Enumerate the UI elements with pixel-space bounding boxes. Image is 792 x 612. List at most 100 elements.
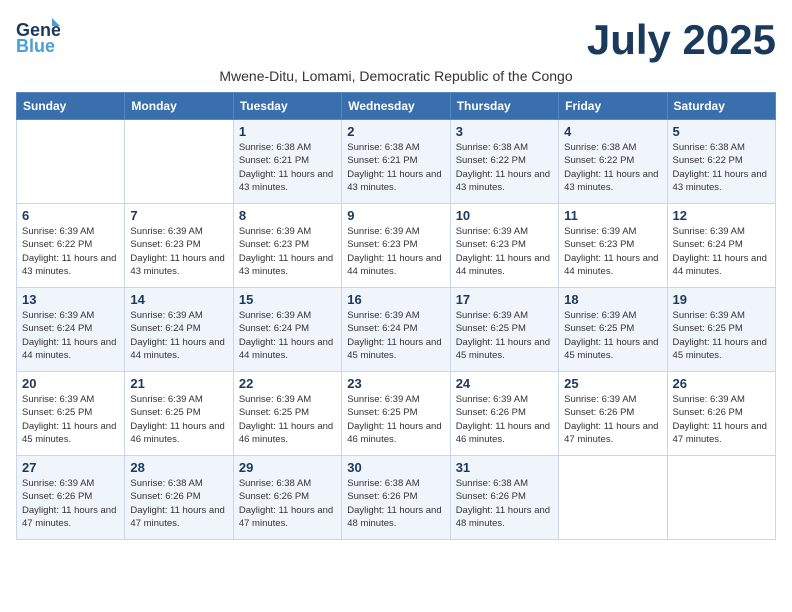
calendar-header: SundayMondayTuesdayWednesdayThursdayFrid… (17, 93, 776, 120)
day-info: Sunrise: 6:38 AM Sunset: 6:26 PM Dayligh… (130, 477, 227, 530)
day-info: Sunrise: 6:39 AM Sunset: 6:24 PM Dayligh… (22, 309, 119, 362)
day-number: 11 (564, 208, 661, 223)
day-number: 25 (564, 376, 661, 391)
day-number: 22 (239, 376, 336, 391)
day-number: 3 (456, 124, 553, 139)
day-number: 13 (22, 292, 119, 307)
page-header: General Blue July 2025 (16, 16, 776, 64)
day-info: Sunrise: 6:39 AM Sunset: 6:24 PM Dayligh… (239, 309, 336, 362)
day-number: 9 (347, 208, 444, 223)
calendar-cell: 3 Sunrise: 6:38 AM Sunset: 6:22 PM Daylig… (450, 120, 558, 204)
day-number: 23 (347, 376, 444, 391)
calendar-cell: 21Sunrise: 6:39 AM Sunset: 6:25 PM Dayli… (125, 372, 233, 456)
calendar-cell: 5 Sunrise: 6:38 AM Sunset: 6:22 PM Daylig… (667, 120, 775, 204)
header-cell-saturday: Saturday (667, 93, 775, 120)
day-info: Sunrise: 6:38 AM Sunset: 6:26 PM Dayligh… (456, 477, 553, 530)
day-info: Sunrise: 6:39 AM Sunset: 6:26 PM Dayligh… (22, 477, 119, 530)
calendar-cell: 8 Sunrise: 6:39 AM Sunset: 6:23 PM Daylig… (233, 204, 341, 288)
calendar-cell: 28 Sunrise: 6:38 AM Sunset: 6:26 PM Dayli… (125, 456, 233, 540)
calendar-cell: 6 Sunrise: 6:39 AM Sunset: 6:22 PM Daylig… (17, 204, 125, 288)
calendar-cell: 19Sunrise: 6:39 AM Sunset: 6:25 PM Dayli… (667, 288, 775, 372)
header-cell-monday: Monday (125, 93, 233, 120)
calendar-body: 1 Sunrise: 6:38 AM Sunset: 6:21 PM Daylig… (17, 120, 776, 540)
day-info: Sunrise: 6:39 AM Sunset: 6:25 PM Dayligh… (239, 393, 336, 446)
day-info: Sunrise: 6:39 AM Sunset: 6:23 PM Dayligh… (564, 225, 661, 278)
calendar-cell: 12Sunrise: 6:39 AM Sunset: 6:24 PM Dayli… (667, 204, 775, 288)
day-info: Sunrise: 6:38 AM Sunset: 6:26 PM Dayligh… (347, 477, 444, 530)
calendar-cell: 26Sunrise: 6:39 AM Sunset: 6:26 PM Dayli… (667, 372, 775, 456)
day-info: Sunrise: 6:38 AM Sunset: 6:22 PM Dayligh… (673, 141, 770, 194)
day-number: 12 (673, 208, 770, 223)
day-number: 10 (456, 208, 553, 223)
svg-text:Blue: Blue (16, 36, 55, 54)
week-row-3: 13 Sunrise: 6:39 AM Sunset: 6:24 PM Dayli… (17, 288, 776, 372)
calendar-cell: 20 Sunrise: 6:39 AM Sunset: 6:25 PM Dayli… (17, 372, 125, 456)
calendar-cell: 16 Sunrise: 6:39 AM Sunset: 6:24 PM Dayli… (342, 288, 450, 372)
calendar-cell: 11 Sunrise: 6:39 AM Sunset: 6:23 PM Dayli… (559, 204, 667, 288)
header-row: SundayMondayTuesdayWednesdayThursdayFrid… (17, 93, 776, 120)
calendar-cell: 1Sunrise: 6:38 AM Sunset: 6:21 PM Daylig… (233, 120, 341, 204)
calendar-cell: 30 Sunrise: 6:38 AM Sunset: 6:26 PM Dayli… (342, 456, 450, 540)
calendar-cell: 10 Sunrise: 6:39 AM Sunset: 6:23 PM Dayli… (450, 204, 558, 288)
header-cell-friday: Friday (559, 93, 667, 120)
calendar-table: SundayMondayTuesdayWednesdayThursdayFrid… (16, 92, 776, 540)
day-number: 17 (456, 292, 553, 307)
day-info: Sunrise: 6:38 AM Sunset: 6:26 PM Dayligh… (239, 477, 336, 530)
day-number: 4 (564, 124, 661, 139)
calendar-cell: 27 Sunrise: 6:39 AM Sunset: 6:26 PM Dayli… (17, 456, 125, 540)
day-info: Sunrise: 6:39 AM Sunset: 6:23 PM Dayligh… (239, 225, 336, 278)
week-row-5: 27 Sunrise: 6:39 AM Sunset: 6:26 PM Dayli… (17, 456, 776, 540)
day-info: Sunrise: 6:39 AM Sunset: 6:24 PM Dayligh… (130, 309, 227, 362)
calendar-cell: 14 Sunrise: 6:39 AM Sunset: 6:24 PM Dayli… (125, 288, 233, 372)
day-number: 31 (456, 460, 553, 475)
day-info: Sunrise: 6:39 AM Sunset: 6:26 PM Dayligh… (564, 393, 661, 446)
day-number: 26 (673, 376, 770, 391)
logo-icon: General Blue (16, 16, 60, 54)
day-info: Sunrise: 6:39 AM Sunset: 6:25 PM Dayligh… (564, 309, 661, 362)
calendar-cell: 17Sunrise: 6:39 AM Sunset: 6:25 PM Dayli… (450, 288, 558, 372)
day-info: Sunrise: 6:38 AM Sunset: 6:21 PM Dayligh… (347, 141, 444, 194)
week-row-2: 6 Sunrise: 6:39 AM Sunset: 6:22 PM Daylig… (17, 204, 776, 288)
day-number: 14 (130, 292, 227, 307)
month-title: July 2025 (587, 16, 776, 64)
day-info: Sunrise: 6:39 AM Sunset: 6:23 PM Dayligh… (347, 225, 444, 278)
day-number: 8 (239, 208, 336, 223)
day-info: Sunrise: 6:39 AM Sunset: 6:25 PM Dayligh… (22, 393, 119, 446)
calendar-cell (125, 120, 233, 204)
calendar-cell: 29Sunrise: 6:38 AM Sunset: 6:26 PM Dayli… (233, 456, 341, 540)
calendar-cell: 24Sunrise: 6:39 AM Sunset: 6:26 PM Dayli… (450, 372, 558, 456)
day-info: Sunrise: 6:39 AM Sunset: 6:23 PM Dayligh… (130, 225, 227, 278)
calendar-cell: 7Sunrise: 6:39 AM Sunset: 6:23 PM Daylig… (125, 204, 233, 288)
day-number: 27 (22, 460, 119, 475)
header-cell-thursday: Thursday (450, 93, 558, 120)
calendar-cell: 13 Sunrise: 6:39 AM Sunset: 6:24 PM Dayli… (17, 288, 125, 372)
day-number: 20 (22, 376, 119, 391)
day-info: Sunrise: 6:39 AM Sunset: 6:25 PM Dayligh… (130, 393, 227, 446)
calendar-cell: 4Sunrise: 6:38 AM Sunset: 6:22 PM Daylig… (559, 120, 667, 204)
calendar-cell: 23 Sunrise: 6:39 AM Sunset: 6:25 PM Dayli… (342, 372, 450, 456)
day-number: 30 (347, 460, 444, 475)
day-info: Sunrise: 6:38 AM Sunset: 6:22 PM Dayligh… (456, 141, 553, 194)
calendar-cell: 15Sunrise: 6:39 AM Sunset: 6:24 PM Dayli… (233, 288, 341, 372)
day-number: 6 (22, 208, 119, 223)
calendar-cell: 31 Sunrise: 6:38 AM Sunset: 6:26 PM Dayli… (450, 456, 558, 540)
day-info: Sunrise: 6:39 AM Sunset: 6:24 PM Dayligh… (347, 309, 444, 362)
day-info: Sunrise: 6:39 AM Sunset: 6:22 PM Dayligh… (22, 225, 119, 278)
calendar-cell (17, 120, 125, 204)
day-number: 16 (347, 292, 444, 307)
day-number: 1 (239, 124, 336, 139)
day-number: 2 (347, 124, 444, 139)
day-number: 24 (456, 376, 553, 391)
day-number: 5 (673, 124, 770, 139)
day-number: 28 (130, 460, 227, 475)
logo: General Blue (16, 16, 64, 59)
calendar-cell (667, 456, 775, 540)
day-info: Sunrise: 6:39 AM Sunset: 6:23 PM Dayligh… (456, 225, 553, 278)
header-cell-wednesday: Wednesday (342, 93, 450, 120)
calendar-cell: 9 Sunrise: 6:39 AM Sunset: 6:23 PM Daylig… (342, 204, 450, 288)
header-cell-sunday: Sunday (17, 93, 125, 120)
calendar-cell: 22 Sunrise: 6:39 AM Sunset: 6:25 PM Dayli… (233, 372, 341, 456)
day-number: 19 (673, 292, 770, 307)
header-cell-tuesday: Tuesday (233, 93, 341, 120)
day-info: Sunrise: 6:39 AM Sunset: 6:25 PM Dayligh… (347, 393, 444, 446)
